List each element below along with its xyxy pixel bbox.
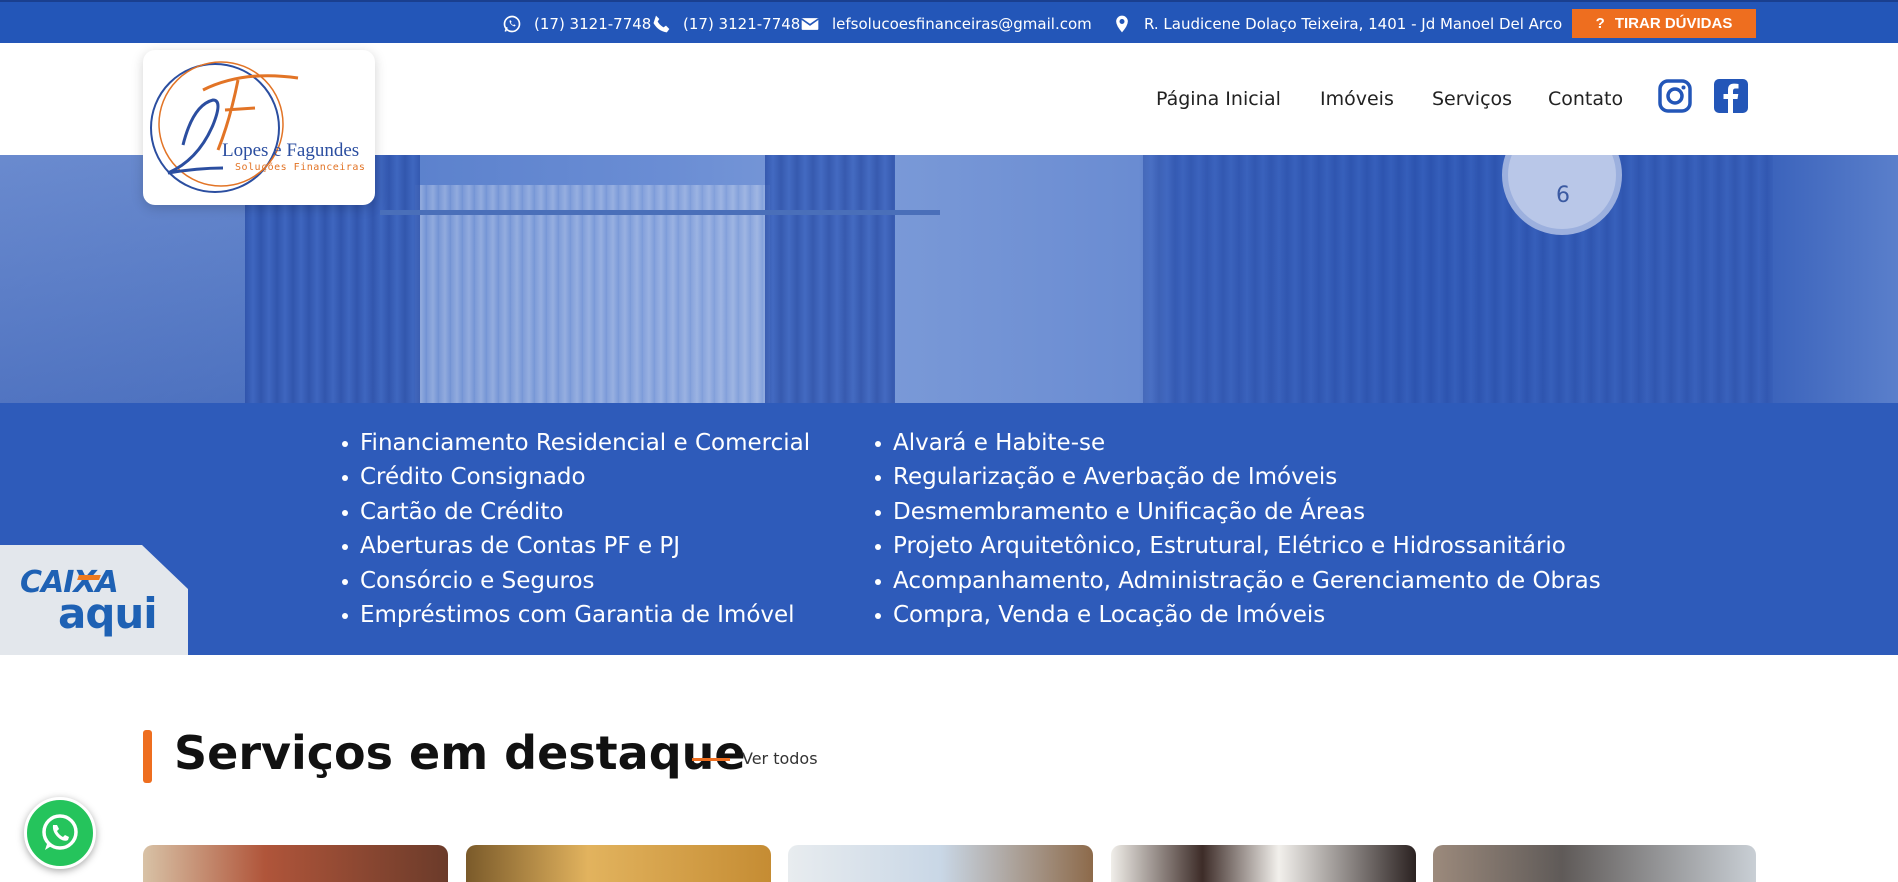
clock-digit: 6 bbox=[1556, 183, 1570, 208]
service-item: Compra, Venda e Locação de Imóveis bbox=[871, 598, 1601, 632]
service-item: Crédito Consignado bbox=[338, 460, 810, 494]
whatsapp-number: (17) 3121-7748 bbox=[534, 14, 652, 33]
logo-company-name: Lopes e Fagundes bbox=[222, 140, 360, 161]
hero-curtain-rod bbox=[380, 210, 940, 215]
service-item: Regularização e Averbação de Imóveis bbox=[871, 460, 1601, 494]
page: (17) 3121-7748 (17) 3121-7748 lefsolucoe… bbox=[0, 0, 1898, 882]
service-card[interactable] bbox=[788, 845, 1093, 882]
caixa-logo-accent bbox=[77, 575, 101, 580]
service-item: Cartão de Crédito bbox=[338, 495, 810, 529]
hero-curtain-middle bbox=[765, 155, 895, 403]
see-all-link[interactable]: Ver todos bbox=[742, 749, 818, 768]
service-item: Projeto Arquitetônico, Estrutural, Elétr… bbox=[871, 529, 1601, 563]
section-accent-bar bbox=[143, 730, 152, 783]
logo-company-subtitle: Soluções Financeiras bbox=[235, 162, 366, 173]
site-logo[interactable]: Lopes e Fagundes Soluções Financeiras bbox=[143, 50, 375, 205]
service-item: Acompanhamento, Administração e Gerencia… bbox=[871, 564, 1601, 598]
facebook-icon[interactable] bbox=[1714, 79, 1748, 113]
nav-home[interactable]: Página Inicial bbox=[1156, 43, 1281, 155]
caixa-aqui-text: aqui bbox=[58, 589, 158, 638]
see-all-divider bbox=[692, 758, 730, 761]
phone-number: (17) 3121-7748 bbox=[683, 14, 801, 33]
service-card[interactable] bbox=[1111, 845, 1416, 882]
nav-properties[interactable]: Imóveis bbox=[1320, 43, 1394, 155]
phone-icon bbox=[653, 15, 670, 32]
top-contact-bar: (17) 3121-7748 (17) 3121-7748 lefsolucoe… bbox=[0, 0, 1898, 43]
service-item: Consórcio e Seguros bbox=[338, 564, 810, 598]
service-item: Alvará e Habite-se bbox=[871, 426, 1601, 460]
whatsapp-icon bbox=[42, 814, 78, 850]
email-address: lefsolucoesfinanceiras@gmail.com bbox=[832, 14, 1092, 33]
logo-monogram-icon bbox=[150, 61, 299, 193]
nav-contact[interactable]: Contato bbox=[1548, 43, 1623, 155]
services-band: Financiamento Residencial e Comercial Cr… bbox=[0, 403, 1898, 655]
ask-questions-button[interactable]: ? TIRAR DÚVIDAS bbox=[1572, 9, 1756, 38]
hero-curtain-right bbox=[1143, 155, 1773, 403]
service-item: Financiamento Residencial e Comercial bbox=[338, 426, 810, 460]
service-item: Empréstimos com Garantia de Imóvel bbox=[338, 598, 810, 632]
ask-questions-label: TIRAR DÚVIDAS bbox=[1614, 15, 1733, 32]
instagram-icon[interactable] bbox=[1658, 79, 1692, 113]
service-card[interactable] bbox=[1433, 845, 1756, 882]
address-text: R. Laudicene Dolaço Teixeira, 1401 - Jd … bbox=[1144, 14, 1563, 33]
address-contact[interactable]: R. Laudicene Dolaço Teixeira, 1401 - Jd … bbox=[1112, 2, 1562, 45]
nav-services[interactable]: Serviços bbox=[1432, 43, 1512, 155]
services-list-right: Alvará e Habite-se Regularização e Averb… bbox=[871, 426, 1601, 632]
question-icon: ? bbox=[1595, 15, 1605, 32]
service-card[interactable] bbox=[466, 845, 771, 882]
whatsapp-float-button[interactable] bbox=[24, 797, 96, 869]
email-contact[interactable]: lefsolucoesfinanceiras@gmail.com bbox=[800, 2, 1092, 45]
map-pin-icon bbox=[1116, 15, 1128, 32]
service-item: Aberturas de Contas PF e PJ bbox=[338, 529, 810, 563]
envelope-icon bbox=[801, 17, 819, 30]
services-list-left: Financiamento Residencial e Comercial Cr… bbox=[338, 426, 810, 632]
service-item: Desmembramento e Unificação de Áreas bbox=[871, 495, 1601, 529]
whatsapp-icon bbox=[503, 15, 521, 32]
phone-contact[interactable]: (17) 3121-7748 bbox=[651, 2, 800, 45]
service-card[interactable] bbox=[143, 845, 448, 882]
whatsapp-contact[interactable]: (17) 3121-7748 bbox=[502, 2, 651, 45]
hero-window bbox=[415, 185, 770, 403]
section-title: Serviços em destaque bbox=[174, 726, 746, 780]
